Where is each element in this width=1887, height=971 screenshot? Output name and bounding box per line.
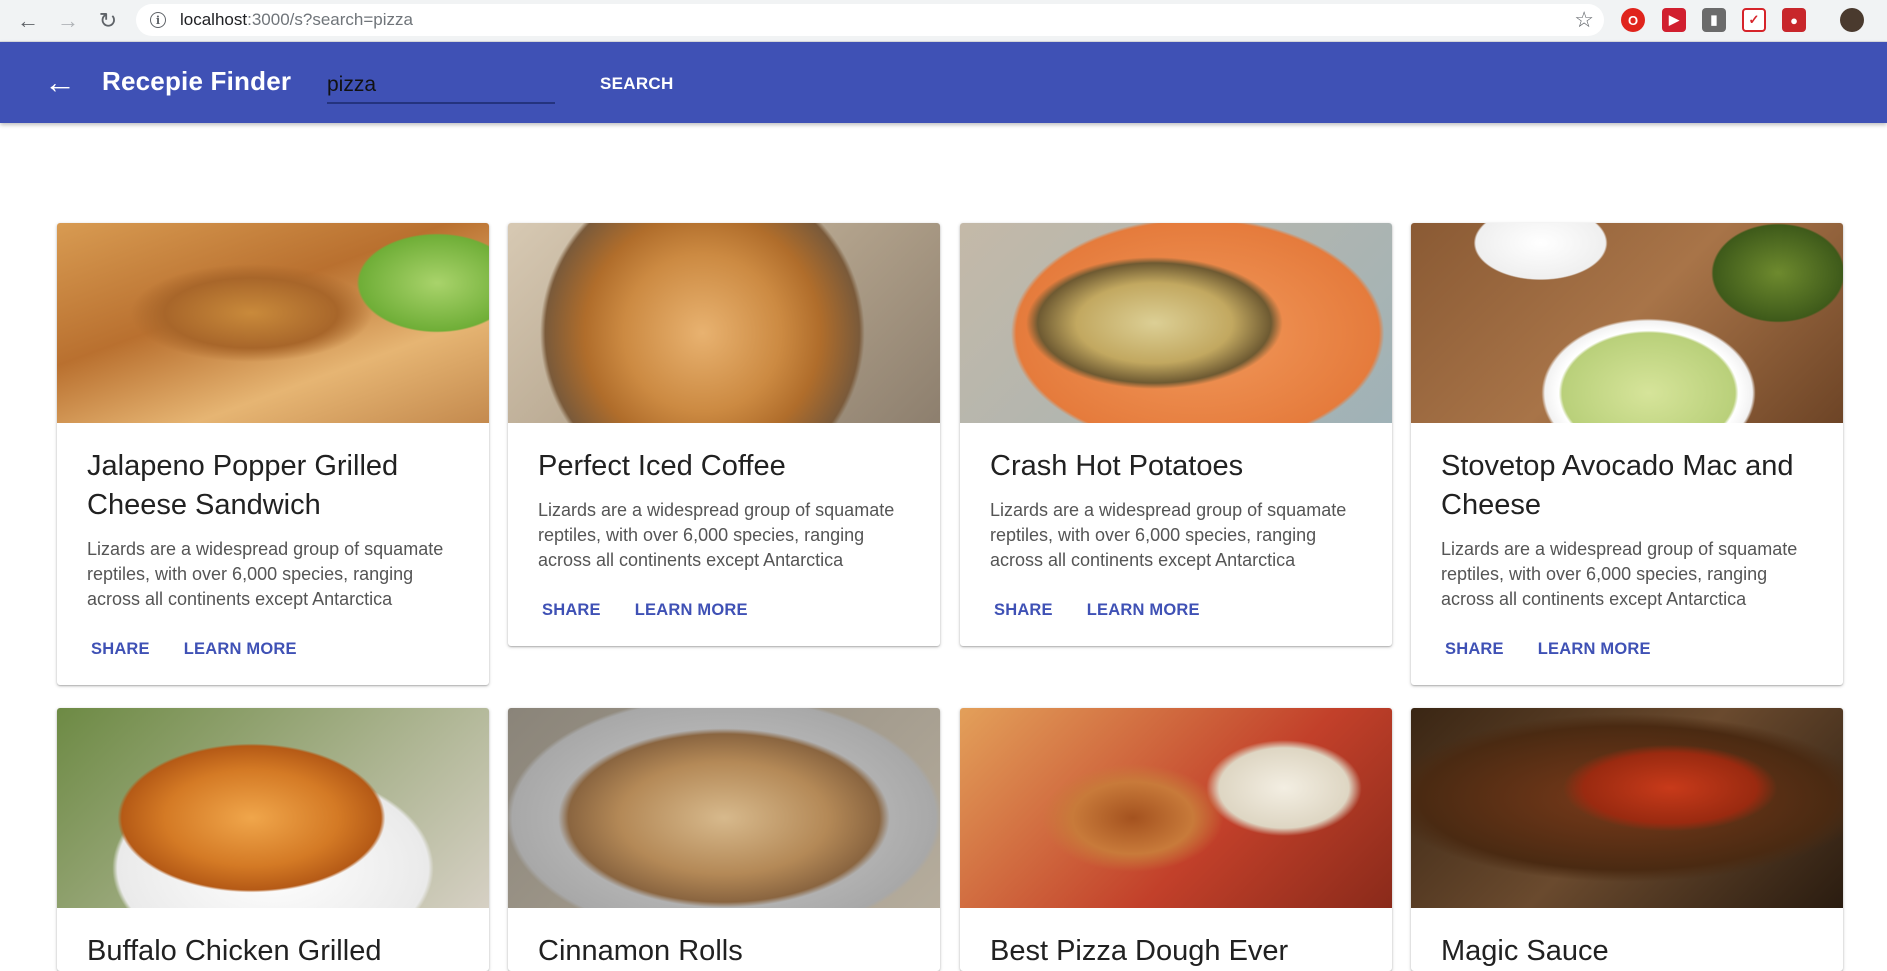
extension-icon[interactable]: ▮ [1702,8,1726,32]
recipe-title: Stovetop Avocado Mac and Cheese [1441,450,1794,521]
app-bar: ← Recepie Finder SEARCH [0,42,1887,123]
pocket-extension-icon[interactable]: ✓ [1742,8,1766,32]
recipe-title: Buffalo Chicken Grilled [87,935,382,967]
share-button[interactable]: SHARE [1435,634,1514,665]
card-actions: SHARE LEARN MORE [508,573,940,646]
share-button[interactable]: SHARE [984,595,1063,626]
recipe-title: Magic Sauce [1441,935,1609,967]
recipe-image[interactable] [1411,223,1843,423]
recipe-description: Lizards are a widespread group of squama… [87,539,444,609]
recipe-card: Best Pizza Dough Ever [960,708,1392,971]
learn-more-button[interactable]: LEARN MORE [1077,595,1210,626]
recipe-title: Crash Hot Potatoes [990,450,1244,482]
opera-extension-icon[interactable]: O [1621,8,1645,32]
recipe-image[interactable] [508,708,940,908]
browser-toolbar: ← → ↻ i localhost:3000/s?search=pizza ☆ … [0,0,1887,42]
reload-icon[interactable]: ↻ [88,1,128,41]
recipe-card: Crash Hot Potatoes Lizards are a widespr… [960,223,1392,646]
recipe-card: Jalapeno Popper Grilled Cheese Sandwich … [57,223,489,685]
search-button[interactable]: SEARCH [580,70,694,98]
recipe-description: Lizards are a widespread group of squama… [1441,539,1798,609]
browser-forward-icon[interactable]: → [48,1,88,41]
arrow-left-icon[interactable]: ← [44,64,76,100]
star-icon[interactable]: ☆ [1574,7,1594,33]
recipe-card: Magic Sauce [1411,708,1843,971]
recipe-image[interactable] [508,223,940,423]
url-text[interactable]: localhost:3000/s?search=pizza [180,10,413,30]
recipe-title: Best Pizza Dough Ever [990,935,1289,967]
recipe-card: Stovetop Avocado Mac and Cheese Lizards … [1411,223,1843,685]
learn-more-button[interactable]: LEARN MORE [1528,634,1661,665]
recipe-card: Buffalo Chicken Grilled [57,708,489,971]
card-actions: SHARE LEARN MORE [1411,612,1843,685]
recipe-title: Cinnamon Rolls [538,935,743,967]
recipe-title: Jalapeno Popper Grilled Cheese Sandwich [87,450,399,521]
share-button[interactable]: SHARE [81,634,160,665]
recipe-image[interactable] [960,708,1392,908]
card-actions: SHARE LEARN MORE [960,573,1392,646]
browser-back-icon[interactable]: ← [8,1,48,41]
lastpass-extension-icon[interactable]: ● [1782,8,1806,32]
address-bar[interactable]: i localhost:3000/s?search=pizza ☆ [136,4,1604,36]
card-actions: SHARE LEARN MORE [57,612,489,685]
recipe-image[interactable] [57,223,489,423]
recipe-title: Perfect Iced Coffee [538,450,786,482]
recipe-image[interactable] [1411,708,1843,908]
search-input[interactable] [327,68,555,104]
app-title: Recepie Finder [102,66,292,96]
share-button[interactable]: SHARE [532,595,611,626]
recipe-image[interactable] [57,708,489,908]
profile-avatar[interactable] [1840,8,1864,32]
recipe-description: Lizards are a widespread group of squama… [538,500,895,570]
recipe-image[interactable] [960,223,1392,423]
learn-more-button[interactable]: LEARN MORE [174,634,307,665]
learn-more-button[interactable]: LEARN MORE [625,595,758,626]
recipe-description: Lizards are a widespread group of squama… [990,500,1347,570]
recipe-card: Perfect Iced Coffee Lizards are a widesp… [508,223,940,646]
info-icon[interactable]: i [150,12,166,28]
recipe-card: Cinnamon Rolls [508,708,940,971]
youtube-extension-icon[interactable]: ▶ [1662,8,1686,32]
